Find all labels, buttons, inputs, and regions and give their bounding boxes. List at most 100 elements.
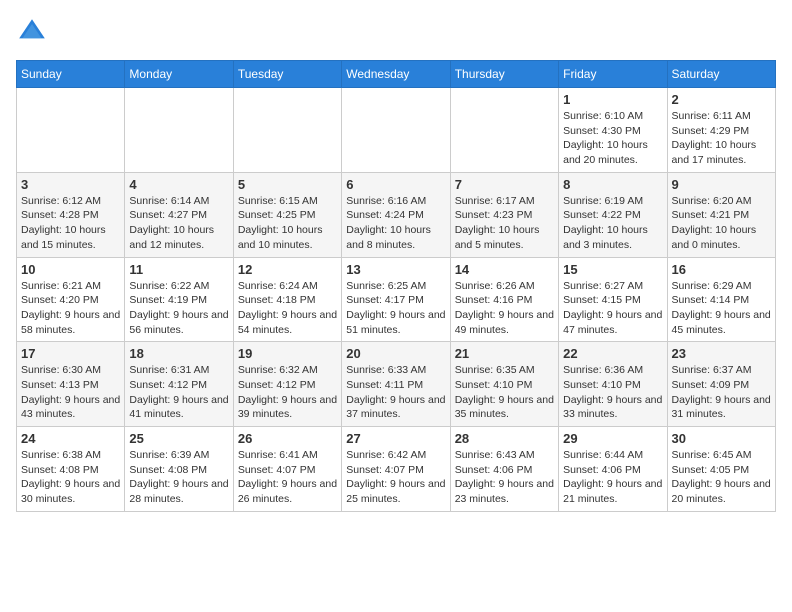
day-of-week-header: Wednesday (342, 61, 450, 88)
day-info: Sunrise: 6:33 AMSunset: 4:11 PMDaylight:… (346, 363, 445, 422)
day-number: 20 (346, 346, 445, 361)
calendar-cell: 6 Sunrise: 6:16 AMSunset: 4:24 PMDaylight… (342, 172, 450, 257)
header-row: SundayMondayTuesdayWednesdayThursdayFrid… (17, 61, 776, 88)
calendar-cell: 1 Sunrise: 6:10 AMSunset: 4:30 PMDaylight… (559, 88, 667, 173)
day-number: 15 (563, 262, 662, 277)
calendar-cell: 9 Sunrise: 6:20 AMSunset: 4:21 PMDaylight… (667, 172, 775, 257)
day-of-week-header: Saturday (667, 61, 775, 88)
calendar-cell: 18 Sunrise: 6:31 AMSunset: 4:12 PMDayligh… (125, 342, 233, 427)
calendar-cell: 4 Sunrise: 6:14 AMSunset: 4:27 PMDaylight… (125, 172, 233, 257)
calendar-cell: 11 Sunrise: 6:22 AMSunset: 4:19 PMDayligh… (125, 257, 233, 342)
day-info: Sunrise: 6:19 AMSunset: 4:22 PMDaylight:… (563, 194, 662, 253)
day-info: Sunrise: 6:32 AMSunset: 4:12 PMDaylight:… (238, 363, 337, 422)
day-info: Sunrise: 6:10 AMSunset: 4:30 PMDaylight:… (563, 109, 662, 168)
calendar-cell: 8Sunrise: 6:19 AMSunset: 4:22 PMDaylight… (559, 172, 667, 257)
calendar-cell: 7 Sunrise: 6:17 AMSunset: 4:23 PMDaylight… (450, 172, 558, 257)
calendar-cell: 3 Sunrise: 6:12 AMSunset: 4:28 PMDaylight… (17, 172, 125, 257)
day-number: 5 (238, 177, 337, 192)
day-info: Sunrise: 6:36 AMSunset: 4:10 PMDaylight:… (563, 363, 662, 422)
day-info: Sunrise: 6:29 AMSunset: 4:14 PMDaylight:… (672, 279, 771, 338)
day-number: 14 (455, 262, 554, 277)
calendar-cell (233, 88, 341, 173)
day-info: Sunrise: 6:31 AMSunset: 4:12 PMDaylight:… (129, 363, 228, 422)
calendar-cell (342, 88, 450, 173)
day-number: 1 (563, 92, 662, 107)
page-header (16, 16, 776, 48)
calendar-cell (125, 88, 233, 173)
day-info: Sunrise: 6:25 AMSunset: 4:17 PMDaylight:… (346, 279, 445, 338)
day-info: Sunrise: 6:27 AMSunset: 4:15 PMDaylight:… (563, 279, 662, 338)
day-number: 3 (21, 177, 120, 192)
day-of-week-header: Friday (559, 61, 667, 88)
day-info: Sunrise: 6:42 AMSunset: 4:07 PMDaylight:… (346, 448, 445, 507)
calendar-cell: 15 Sunrise: 6:27 AMSunset: 4:15 PMDayligh… (559, 257, 667, 342)
day-number: 28 (455, 431, 554, 446)
day-number: 25 (129, 431, 228, 446)
day-number: 18 (129, 346, 228, 361)
logo-icon (16, 16, 48, 48)
day-info: Sunrise: 6:37 AMSunset: 4:09 PMDaylight:… (672, 363, 771, 422)
day-info: Sunrise: 6:17 AMSunset: 4:23 PMDaylight:… (455, 194, 554, 253)
day-number: 7 (455, 177, 554, 192)
calendar-cell: 29 Sunrise: 6:44 AMSunset: 4:06 PMDayligh… (559, 427, 667, 512)
day-number: 24 (21, 431, 120, 446)
day-number: 12 (238, 262, 337, 277)
day-number: 6 (346, 177, 445, 192)
day-info: Sunrise: 6:15 AMSunset: 4:25 PMDaylight:… (238, 194, 337, 253)
day-info: Sunrise: 6:44 AMSunset: 4:06 PMDaylight:… (563, 448, 662, 507)
day-of-week-header: Tuesday (233, 61, 341, 88)
calendar-cell: 17 Sunrise: 6:30 AMSunset: 4:13 PMDayligh… (17, 342, 125, 427)
day-info: Sunrise: 6:21 AMSunset: 4:20 PMDaylight:… (21, 279, 120, 338)
calendar-week-row: 17 Sunrise: 6:30 AMSunset: 4:13 PMDayligh… (17, 342, 776, 427)
calendar-cell: 22 Sunrise: 6:36 AMSunset: 4:10 PMDayligh… (559, 342, 667, 427)
day-number: 13 (346, 262, 445, 277)
calendar-cell: 12 Sunrise: 6:24 AMSunset: 4:18 PMDayligh… (233, 257, 341, 342)
calendar-week-row: 24 Sunrise: 6:38 AMSunset: 4:08 PMDayligh… (17, 427, 776, 512)
day-info: Sunrise: 6:39 AMSunset: 4:08 PMDaylight:… (129, 448, 228, 507)
day-info: Sunrise: 6:26 AMSunset: 4:16 PMDaylight:… (455, 279, 554, 338)
day-info: Sunrise: 6:41 AMSunset: 4:07 PMDaylight:… (238, 448, 337, 507)
calendar-cell (450, 88, 558, 173)
day-info: Sunrise: 6:11 AMSunset: 4:29 PMDaylight:… (672, 109, 771, 168)
day-info: Sunrise: 6:35 AMSunset: 4:10 PMDaylight:… (455, 363, 554, 422)
day-number: 23 (672, 346, 771, 361)
day-info: Sunrise: 6:38 AMSunset: 4:08 PMDaylight:… (21, 448, 120, 507)
day-number: 22 (563, 346, 662, 361)
calendar-cell: 14 Sunrise: 6:26 AMSunset: 4:16 PMDayligh… (450, 257, 558, 342)
calendar-cell (17, 88, 125, 173)
calendar-cell: 24 Sunrise: 6:38 AMSunset: 4:08 PMDayligh… (17, 427, 125, 512)
day-number: 9 (672, 177, 771, 192)
day-number: 29 (563, 431, 662, 446)
day-number: 30 (672, 431, 771, 446)
calendar-cell: 5 Sunrise: 6:15 AMSunset: 4:25 PMDaylight… (233, 172, 341, 257)
day-number: 2 (672, 92, 771, 107)
day-of-week-header: Thursday (450, 61, 558, 88)
day-number: 16 (672, 262, 771, 277)
calendar-cell: 19 Sunrise: 6:32 AMSunset: 4:12 PMDayligh… (233, 342, 341, 427)
day-of-week-header: Sunday (17, 61, 125, 88)
calendar-table: SundayMondayTuesdayWednesdayThursdayFrid… (16, 60, 776, 512)
calendar-cell: 10 Sunrise: 6:21 AMSunset: 4:20 PMDayligh… (17, 257, 125, 342)
day-info: Sunrise: 6:24 AMSunset: 4:18 PMDaylight:… (238, 279, 337, 338)
calendar-cell: 26 Sunrise: 6:41 AMSunset: 4:07 PMDayligh… (233, 427, 341, 512)
calendar-cell: 23 Sunrise: 6:37 AMSunset: 4:09 PMDayligh… (667, 342, 775, 427)
calendar-cell: 28 Sunrise: 6:43 AMSunset: 4:06 PMDayligh… (450, 427, 558, 512)
day-number: 26 (238, 431, 337, 446)
day-info: Sunrise: 6:20 AMSunset: 4:21 PMDaylight:… (672, 194, 771, 253)
day-info: Sunrise: 6:14 AMSunset: 4:27 PMDaylight:… (129, 194, 228, 253)
day-number: 19 (238, 346, 337, 361)
day-number: 17 (21, 346, 120, 361)
calendar-cell: 16 Sunrise: 6:29 AMSunset: 4:14 PMDayligh… (667, 257, 775, 342)
calendar-cell: 30 Sunrise: 6:45 AMSunset: 4:05 PMDayligh… (667, 427, 775, 512)
day-info: Sunrise: 6:12 AMSunset: 4:28 PMDaylight:… (21, 194, 120, 253)
day-info: Sunrise: 6:16 AMSunset: 4:24 PMDaylight:… (346, 194, 445, 253)
day-number: 11 (129, 262, 228, 277)
day-number: 10 (21, 262, 120, 277)
day-info: Sunrise: 6:45 AMSunset: 4:05 PMDaylight:… (672, 448, 771, 507)
calendar-cell: 25 Sunrise: 6:39 AMSunset: 4:08 PMDayligh… (125, 427, 233, 512)
day-info: Sunrise: 6:22 AMSunset: 4:19 PMDaylight:… (129, 279, 228, 338)
calendar-cell: 27Sunrise: 6:42 AMSunset: 4:07 PMDayligh… (342, 427, 450, 512)
day-info: Sunrise: 6:30 AMSunset: 4:13 PMDaylight:… (21, 363, 120, 422)
day-info: Sunrise: 6:43 AMSunset: 4:06 PMDaylight:… (455, 448, 554, 507)
day-number: 4 (129, 177, 228, 192)
